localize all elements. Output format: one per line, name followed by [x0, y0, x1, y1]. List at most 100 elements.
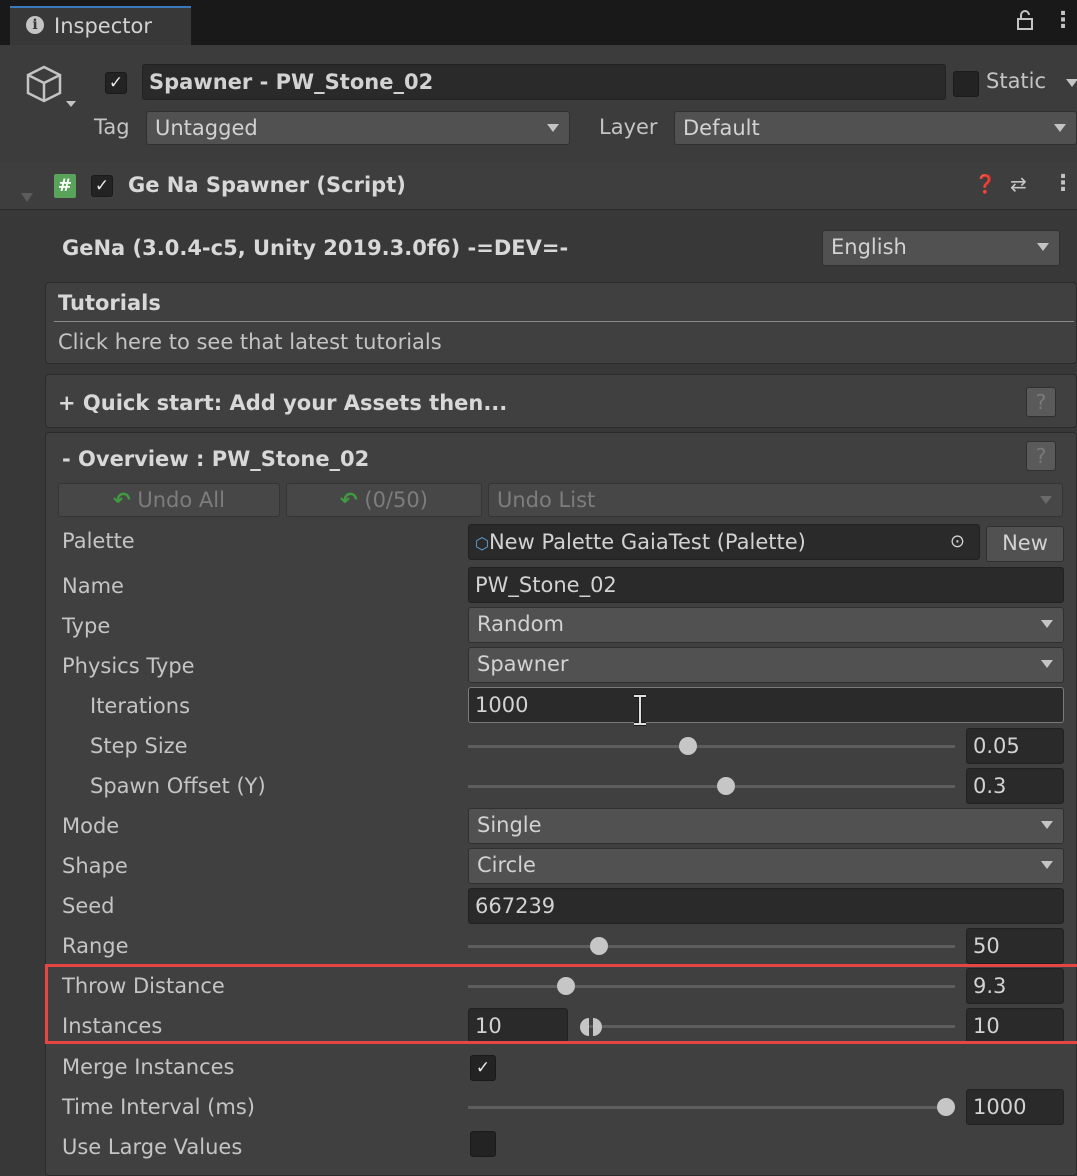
spawn-offset-field[interactable]: 0.3: [966, 768, 1064, 804]
time-interval-slider[interactable]: [468, 1097, 955, 1117]
slider-knob[interactable]: [679, 737, 697, 755]
undo-list-dropdown[interactable]: Undo List: [488, 483, 1063, 517]
component-title: Ge Na Spawner (Script): [128, 173, 406, 197]
slider-knob[interactable]: [590, 937, 608, 955]
new-palette-button[interactable]: New: [986, 526, 1064, 562]
chevron-down-icon: [1054, 124, 1066, 132]
divider: [54, 321, 1074, 322]
step-size-field[interactable]: 0.05: [966, 728, 1064, 764]
chevron-down-icon: [1041, 861, 1053, 869]
shape-label: Shape: [62, 854, 128, 878]
chevron-down-icon: [1041, 620, 1053, 628]
chevron-down-icon: [1037, 243, 1049, 251]
chevron-down-icon: [1066, 79, 1077, 87]
highlight-annotation: [45, 964, 1077, 1044]
script-icon: #: [54, 174, 76, 198]
slider-track: [468, 785, 955, 788]
undo-list-label: Undo List: [497, 488, 596, 512]
layer-label: Layer: [599, 115, 658, 139]
layer-value: Default: [683, 116, 760, 140]
palette-label: Palette: [62, 529, 135, 553]
use-large-values-checkbox[interactable]: [470, 1131, 496, 1157]
seed-field[interactable]: 667239: [468, 888, 1064, 924]
kebab-menu-icon[interactable]: ⋮: [1052, 8, 1074, 33]
physics-type-label: Physics Type: [62, 654, 195, 678]
step-size-slider[interactable]: [468, 736, 955, 756]
component-enabled-checkbox[interactable]: ✓: [91, 175, 113, 197]
range-label: Range: [62, 934, 129, 958]
iterations-label: Iterations: [90, 694, 191, 718]
range-field[interactable]: 50: [966, 928, 1064, 964]
active-checkbox[interactable]: ✓: [105, 72, 127, 94]
shape-dropdown[interactable]: Circle: [468, 848, 1064, 884]
mode-value: Single: [477, 813, 542, 837]
help-icon[interactable]: ❓: [974, 174, 996, 195]
quick-start-panel[interactable]: + Quick start: Add your Assets then... ?: [45, 374, 1077, 428]
physics-type-value: Spawner: [477, 652, 569, 676]
version-text: GeNa (3.0.4-c5, Unity 2019.3.0f6) -=DEV=…: [62, 236, 569, 260]
name-field[interactable]: PW_Stone_02: [468, 567, 1064, 603]
object-picker-icon[interactable]: ⊙: [950, 525, 965, 559]
chevron-down-icon: [1041, 660, 1053, 668]
text-cursor-icon: [630, 694, 650, 731]
tutorials-title: Tutorials: [58, 291, 161, 315]
mode-label: Mode: [62, 814, 120, 838]
foldout-arrow-icon[interactable]: [20, 178, 34, 216]
shape-value: Circle: [477, 853, 536, 877]
tutorials-panel: Tutorials Click here to see that latest …: [45, 282, 1077, 364]
merge-instances-checkbox[interactable]: ✓: [470, 1055, 496, 1081]
object-name-field[interactable]: Spawner - PW_Stone_02: [142, 64, 946, 100]
slider-track: [468, 945, 955, 948]
iterations-field[interactable]: 1000: [468, 687, 1064, 723]
palette-object-field[interactable]: ⬡New Palette GaiaTest (Palette) ⊙: [468, 524, 980, 560]
tutorials-link[interactable]: Click here to see that latest tutorials: [58, 330, 442, 354]
inspector-tab-label: Inspector: [54, 14, 152, 38]
palette-value: New Palette GaiaTest (Palette): [488, 530, 806, 554]
chevron-down-icon: [1040, 496, 1052, 504]
seed-label: Seed: [62, 894, 115, 918]
inspector-tab-bar: i Inspector ⋮: [0, 0, 1077, 45]
layer-dropdown[interactable]: Default: [674, 111, 1077, 145]
merge-instances-label: Merge Instances: [62, 1055, 235, 1079]
static-checkbox[interactable]: [953, 71, 979, 97]
undo-icon: ↶: [340, 488, 358, 512]
spawn-offset-slider[interactable]: [468, 776, 955, 796]
time-interval-field[interactable]: 1000: [966, 1089, 1064, 1125]
gameobject-header: ✓ Spawner - PW_Stone_02 Static Tag Untag…: [0, 45, 1077, 164]
range-slider[interactable]: [468, 936, 955, 956]
inspector-tab[interactable]: i Inspector: [10, 6, 191, 45]
chevron-down-icon: [547, 124, 559, 132]
type-dropdown[interactable]: Random: [468, 607, 1064, 643]
name-label: Name: [62, 574, 124, 598]
static-dropdown[interactable]: Static: [986, 69, 1077, 93]
tag-label: Tag: [94, 115, 130, 139]
type-value: Random: [477, 612, 564, 636]
tag-dropdown[interactable]: Untagged: [146, 111, 570, 145]
palette-asset-icon: ⬡: [475, 534, 489, 553]
slider-track: [468, 745, 955, 748]
slider-knob[interactable]: [717, 777, 735, 795]
time-interval-label: Time Interval (ms): [62, 1095, 255, 1119]
tag-value: Untagged: [155, 116, 258, 140]
undo-count-label: (0/50): [364, 488, 428, 512]
mode-dropdown[interactable]: Single: [468, 808, 1064, 844]
language-dropdown[interactable]: English: [822, 230, 1060, 266]
physics-type-dropdown[interactable]: Spawner: [468, 647, 1064, 683]
kebab-menu-icon[interactable]: ⋮: [1052, 171, 1074, 196]
slider-track: [468, 1106, 955, 1109]
preset-icon[interactable]: ⇄: [1010, 172, 1027, 196]
undo-icon: ↶: [113, 488, 131, 512]
help-button[interactable]: ?: [1026, 387, 1056, 417]
component-header[interactable]: # ✓ Ge Na Spawner (Script) ❓ ⇄ ⋮: [0, 163, 1077, 210]
undo-button[interactable]: ↶ (0/50): [286, 483, 482, 517]
lock-icon[interactable]: [1016, 10, 1034, 35]
static-label: Static: [986, 69, 1047, 93]
help-button[interactable]: ?: [1026, 441, 1056, 471]
overview-title[interactable]: - Overview : PW_Stone_02: [62, 447, 369, 471]
type-label: Type: [62, 614, 111, 638]
undo-all-button[interactable]: ↶ Undo All: [58, 483, 280, 517]
slider-knob[interactable]: [937, 1098, 955, 1116]
info-icon: i: [26, 16, 44, 34]
use-large-values-label: Use Large Values: [62, 1135, 243, 1159]
gameobject-cube-icon[interactable]: [20, 63, 76, 118]
